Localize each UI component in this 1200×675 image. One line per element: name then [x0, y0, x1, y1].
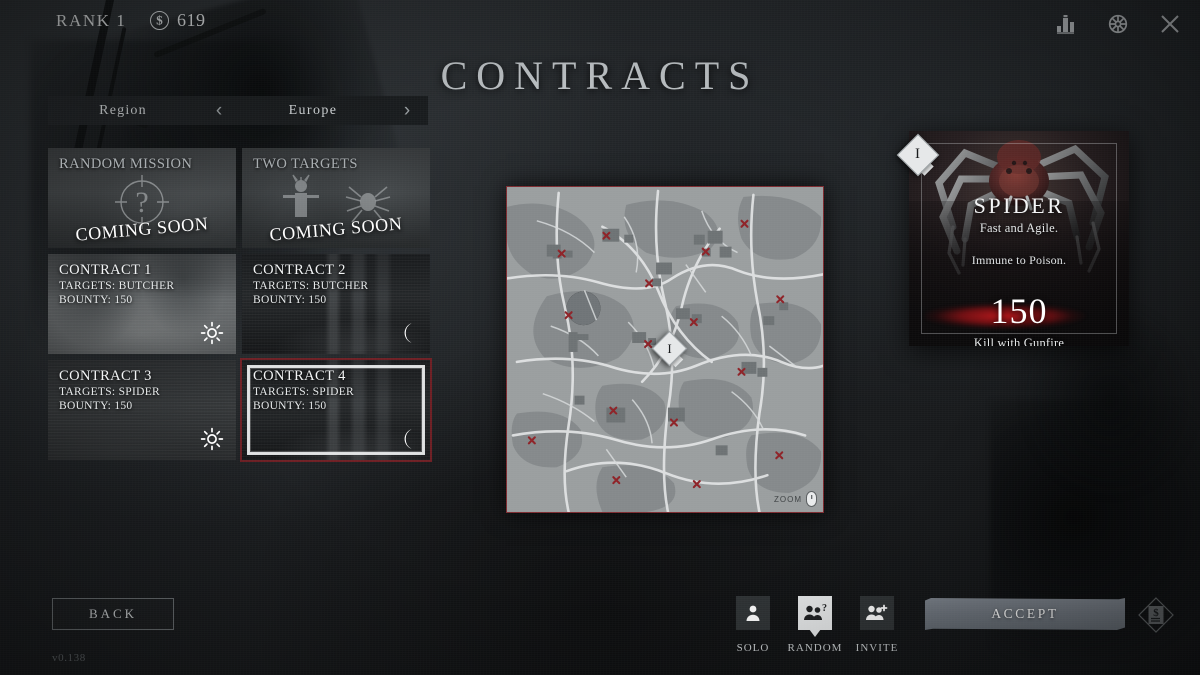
card-text-block: RANDOM MISSION [59, 156, 192, 173]
card-targets: TARGETS: BUTCHER [59, 279, 175, 292]
card-text-block: CONTRACT 2 TARGETS: BUTCHER BOUNTY: 150 [253, 262, 368, 307]
card-bounty: BOUNTY: 150 [59, 294, 133, 307]
contract-card-1[interactable]: CONTRACT 1 TARGETS: BUTCHER BOUNTY: 150 [48, 254, 236, 354]
contract-card-4[interactable]: CONTRACT 4 TARGETS: SPIDER BOUNTY: 150 [240, 358, 432, 462]
close-icon[interactable] [1158, 12, 1182, 36]
contracts-screen: RANK 1 $ 619 CONTRACTS Region ‹ Europe ›… [0, 0, 1200, 675]
moon-icon [394, 427, 418, 451]
card-bounty: BOUNTY: 150 [59, 400, 133, 413]
target-bounty-area: 150 [909, 291, 1129, 335]
region-selector: Region ‹ Europe › [48, 96, 428, 125]
region-label: Region [99, 102, 147, 118]
card-targets: TARGETS: SPIDER [253, 385, 355, 398]
contract-list: RANDOM MISSION ? COMING SOON TWO TARGETS… [48, 148, 432, 466]
version-label: v0.138 [52, 652, 86, 664]
card-bounty: BOUNTY: 150 [253, 294, 327, 307]
card-title: CONTRACT 1 [59, 262, 152, 278]
card-targets: TARGETS: SPIDER [59, 385, 161, 398]
card-text-block: CONTRACT 3 TARGETS: SPIDER BOUNTY: 150 [59, 368, 160, 413]
coin-symbol: $ [156, 12, 163, 28]
target-info-card: SPIDER Fast and Agile. Immune to Poison.… [909, 131, 1129, 346]
region-next-arrow[interactable]: › [386, 100, 428, 122]
card-title: TWO TARGETS [253, 156, 358, 172]
two-people-question-icon: ? [804, 603, 827, 620]
bounty-reward-button[interactable]: $ [1137, 596, 1175, 634]
svg-text:$: $ [1153, 607, 1159, 619]
mission-map[interactable]: I ZOOM [506, 186, 824, 513]
back-button[interactable]: BACK [52, 598, 174, 630]
target-badge-label: I [915, 145, 921, 162]
moon-icon [394, 321, 418, 345]
page-title: CONTRACTS [440, 53, 760, 98]
contract-row-2: CONTRACT 1 TARGETS: BUTCHER BOUNTY: 150 [48, 254, 430, 354]
region-value: Europe [288, 102, 338, 118]
two-people-plus-icon [866, 604, 888, 620]
target-subtitle: Fast and Agile. [979, 221, 1059, 235]
currency-display: $ 619 [150, 10, 206, 31]
invite-button-box [860, 596, 894, 630]
bounty-document-icon: $ [1138, 597, 1174, 633]
mode-invite[interactable]: INVITE [855, 596, 899, 654]
contract-row-3: CONTRACT 3 TARGETS: SPIDER BOUNTY: 150 C… [48, 358, 432, 462]
card-title: CONTRACT 2 [253, 262, 346, 278]
region-prev-arrow[interactable]: ‹ [198, 100, 240, 122]
zoom-label: ZOOM [774, 494, 802, 504]
contract-card-3[interactable]: CONTRACT 3 TARGETS: SPIDER BOUNTY: 150 [48, 360, 236, 460]
card-text-block: TWO TARGETS [253, 156, 358, 173]
card-title: CONTRACT 4 [253, 368, 346, 384]
target-name: SPIDER [973, 193, 1065, 218]
map-pin-shape: I [651, 330, 688, 369]
contract-row-1: RANDOM MISSION ? COMING SOON TWO TARGETS… [48, 148, 430, 248]
stats-icon[interactable] [1054, 12, 1078, 36]
map-marker-label: I [667, 340, 673, 356]
player-rank: RANK 1 [56, 11, 127, 30]
mode-label: INVITE [855, 642, 899, 654]
mode-random[interactable]: ? RANDOM [788, 596, 841, 654]
solo-button-box [736, 596, 770, 630]
contract-card-two-targets[interactable]: TWO TARGETS COMING SOON [242, 148, 430, 248]
currency-amount: 619 [177, 10, 206, 30]
card-title: RANDOM MISSION [59, 156, 193, 172]
card-title: CONTRACT 3 [59, 368, 152, 384]
contract-card-random-mission[interactable]: RANDOM MISSION ? COMING SOON [48, 148, 236, 248]
svg-text:?: ? [822, 603, 827, 614]
accept-button[interactable]: ACCEPT [925, 598, 1125, 630]
contract-card-2[interactable]: CONTRACT 2 TARGETS: BUTCHER BOUNTY: 150 [242, 254, 430, 354]
mouse-scroll-icon [806, 491, 817, 507]
target-trait: Immune to Poison. [971, 253, 1067, 267]
card-text-block: CONTRACT 1 TARGETS: BUTCHER BOUNTY: 150 [59, 262, 174, 307]
sun-icon [200, 427, 224, 451]
card-text-block: CONTRACT 4 TARGETS: SPIDER BOUNTY: 150 [253, 368, 354, 413]
map-objective-marker[interactable]: I [651, 330, 688, 369]
mode-label: SOLO [736, 642, 770, 654]
mode-solo[interactable]: SOLO [733, 596, 773, 654]
top-icon-group [1054, 12, 1182, 36]
sun-icon [200, 321, 224, 345]
target-bounty-value: 150 [990, 291, 1048, 331]
map-zoom-hint: ZOOM [774, 491, 817, 507]
svg-text:?: ? [135, 186, 148, 219]
top-bar: RANK 1 $ 619 [0, 0, 1200, 46]
target-rank-badge: I [896, 133, 940, 178]
card-targets: TARGETS: BUTCHER [253, 279, 369, 292]
mode-label: RANDOM [787, 642, 843, 654]
settings-gear-icon[interactable] [1106, 12, 1130, 36]
target-kill-condition: Kill with Gunfire [973, 336, 1065, 346]
single-person-icon [746, 605, 760, 621]
badge-pin-shape: I [896, 133, 940, 178]
random-button-box: ? [798, 596, 832, 630]
party-mode-group: SOLO ? RANDOM INVITE [733, 596, 897, 654]
coin-icon: $ [150, 11, 169, 30]
card-bounty: BOUNTY: 150 [253, 400, 327, 413]
target-card-content: SPIDER Fast and Agile. Immune to Poison.… [909, 131, 1129, 346]
